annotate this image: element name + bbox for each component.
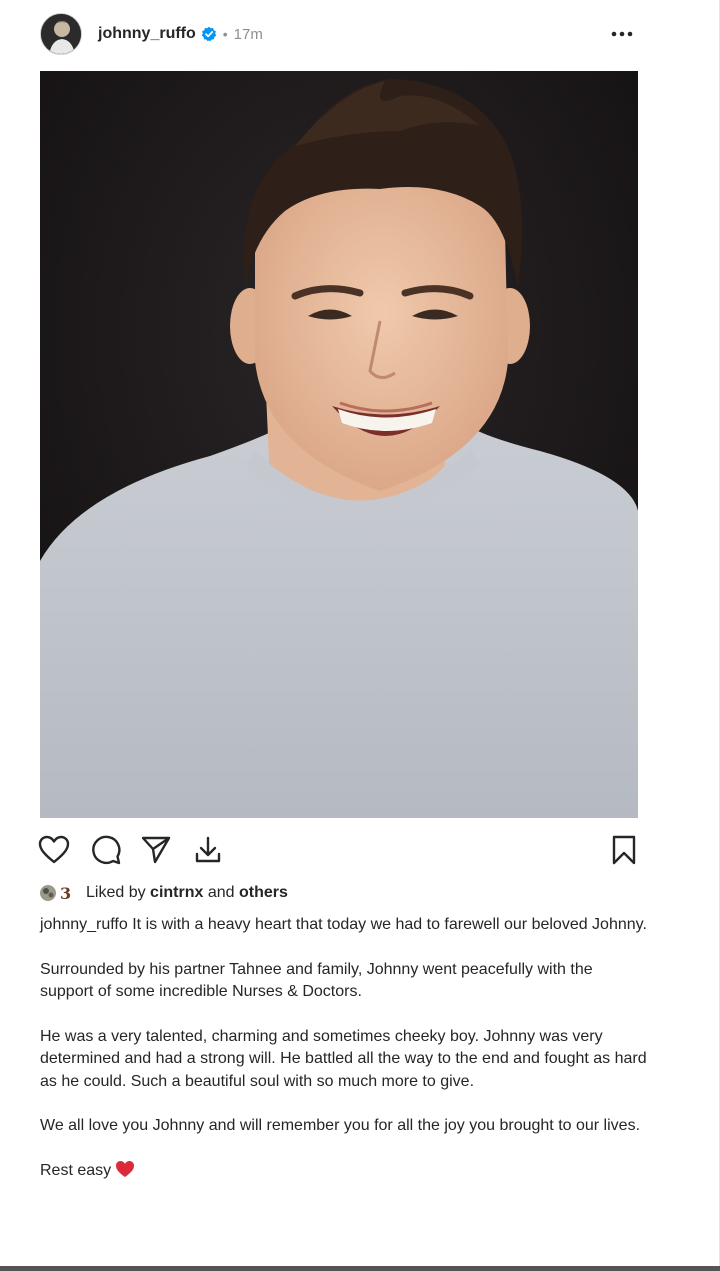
post-caption: johnny_ruffo It is with a heavy heart th… bbox=[40, 914, 650, 1207]
bookmark-icon[interactable] bbox=[608, 834, 640, 866]
caption-paragraph: Rest easy bbox=[40, 1160, 650, 1186]
instagram-post: johnny_ruffo • 17m 3 Liked by cintrnx an… bbox=[0, 0, 720, 1271]
red-heart-emoji-icon bbox=[115, 1160, 135, 1186]
caption-paragraph: johnny_ruffo It is with a heavy heart th… bbox=[40, 914, 650, 937]
heart-outline-icon[interactable] bbox=[38, 834, 70, 866]
likes-and: and bbox=[207, 884, 235, 901]
likes-user[interactable]: cintrnx bbox=[150, 884, 203, 902]
caption-paragraph: He was a very talented, charming and som… bbox=[40, 1027, 647, 1090]
post-username[interactable]: johnny_ruffo bbox=[98, 25, 196, 43]
caption-closing: Rest easy bbox=[40, 1161, 112, 1179]
comment-icon[interactable] bbox=[90, 834, 122, 866]
post-actions-bar bbox=[38, 834, 640, 868]
avatar-image bbox=[41, 14, 81, 54]
likes-prefix: Liked by bbox=[86, 884, 146, 901]
verified-badge-icon bbox=[201, 26, 217, 42]
caption-paragraph: We all love you Johnny and will remember… bbox=[40, 1117, 641, 1134]
bottom-divider bbox=[0, 1266, 720, 1271]
caption-text: It is with a heavy heart that today we h… bbox=[132, 916, 647, 933]
download-icon[interactable] bbox=[192, 834, 224, 866]
liker-avatars: 3 bbox=[38, 883, 80, 903]
caption-paragraph: Surrounded by his partner Tahnee and fam… bbox=[40, 960, 593, 1001]
post-photo[interactable] bbox=[40, 71, 638, 818]
post-timestamp[interactable]: 17m bbox=[234, 26, 263, 43]
likes-summary[interactable]: 3 Liked by cintrnx and others bbox=[38, 880, 288, 906]
svg-text:3: 3 bbox=[60, 884, 71, 903]
send-icon[interactable] bbox=[140, 834, 172, 866]
avatar[interactable] bbox=[40, 13, 82, 55]
more-options-icon[interactable] bbox=[608, 20, 636, 48]
post-header: johnny_ruffo • 17m bbox=[40, 12, 640, 56]
portrait-image bbox=[40, 71, 638, 818]
caption-author[interactable]: johnny_ruffo bbox=[40, 916, 128, 933]
separator-dot: • bbox=[222, 26, 228, 42]
likes-others[interactable]: others bbox=[239, 884, 288, 902]
